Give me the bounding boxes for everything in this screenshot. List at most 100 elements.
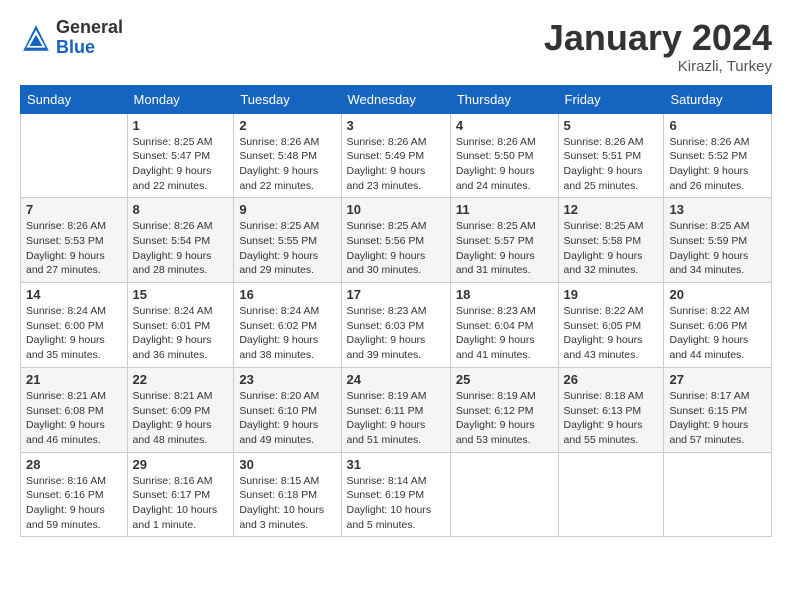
day-cell: 8 Sunrise: 8:26 AM Sunset: 5:54 PM Daylig…	[127, 198, 234, 283]
day-cell: 21 Sunrise: 8:21 AM Sunset: 6:08 PM Dayli…	[21, 367, 128, 452]
day-info: Sunrise: 8:21 AM Sunset: 6:09 PM Dayligh…	[133, 389, 229, 448]
day-number: 9	[239, 202, 335, 217]
day-number: 24	[347, 372, 445, 387]
day-number: 13	[669, 202, 766, 217]
day-cell: 7Sunrise: 8:26 AM Sunset: 5:53 PM Daylig…	[21, 198, 128, 283]
day-cell: 24 Sunrise: 8:19 AM Sunset: 6:11 PM Dayli…	[341, 367, 450, 452]
week-row-1: 1 Sunrise: 8:25 AM Sunset: 5:47 PM Daylig…	[21, 113, 772, 198]
day-cell: 5 Sunrise: 8:26 AM Sunset: 5:51 PM Daylig…	[558, 113, 664, 198]
week-row-3: 14Sunrise: 8:24 AM Sunset: 6:00 PM Dayli…	[21, 283, 772, 368]
day-number: 4	[456, 118, 553, 133]
day-number: 8	[133, 202, 229, 217]
day-cell	[21, 113, 128, 198]
header: General Blue January 2024 Kirazli, Turke…	[20, 18, 772, 75]
day-cell: 28 Sunrise: 8:16 AM Sunset: 6:16 PM Dayli…	[21, 452, 128, 537]
day-number: 19	[564, 287, 659, 302]
day-number: 23	[239, 372, 335, 387]
day-info: Sunrise: 8:21 AM Sunset: 6:08 PM Dayligh…	[26, 389, 122, 448]
day-info: Sunrise: 8:24 AM Sunset: 6:01 PM Dayligh…	[133, 304, 229, 363]
page: General Blue January 2024 Kirazli, Turke…	[0, 0, 792, 612]
day-info: Sunrise: 8:17 AM Sunset: 6:15 PM Dayligh…	[669, 389, 766, 448]
day-cell: 6 Sunrise: 8:26 AM Sunset: 5:52 PM Daylig…	[664, 113, 772, 198]
day-info: Sunrise: 8:19 AM Sunset: 6:11 PM Dayligh…	[347, 389, 445, 448]
header-row: SundayMondayTuesdayWednesdayThursdayFrid…	[21, 85, 772, 113]
day-info: Sunrise: 8:19 AM Sunset: 6:12 PM Dayligh…	[456, 389, 553, 448]
day-cell: 14Sunrise: 8:24 AM Sunset: 6:00 PM Dayli…	[21, 283, 128, 368]
day-number: 3	[347, 118, 445, 133]
day-cell: 15 Sunrise: 8:24 AM Sunset: 6:01 PM Dayli…	[127, 283, 234, 368]
day-number: 11	[456, 202, 553, 217]
day-info: Sunrise: 8:25 AM Sunset: 5:59 PM Dayligh…	[669, 219, 766, 278]
day-cell: 23Sunrise: 8:20 AM Sunset: 6:10 PM Dayli…	[234, 367, 341, 452]
day-cell: 18 Sunrise: 8:23 AM Sunset: 6:04 PM Dayli…	[450, 283, 558, 368]
logo-text: General Blue	[56, 18, 123, 58]
day-info: Sunrise: 8:26 AM Sunset: 5:51 PM Dayligh…	[564, 135, 659, 194]
day-number: 30	[239, 457, 335, 472]
day-cell: 22Sunrise: 8:21 AM Sunset: 6:09 PM Dayli…	[127, 367, 234, 452]
day-cell	[558, 452, 664, 537]
header-friday: Friday	[558, 85, 664, 113]
day-info: Sunrise: 8:26 AM Sunset: 5:48 PM Dayligh…	[239, 135, 335, 194]
day-info: Sunrise: 8:25 AM Sunset: 5:58 PM Dayligh…	[564, 219, 659, 278]
day-cell	[664, 452, 772, 537]
day-number: 27	[669, 372, 766, 387]
header-tuesday: Tuesday	[234, 85, 341, 113]
day-info: Sunrise: 8:24 AM Sunset: 6:00 PM Dayligh…	[26, 304, 122, 363]
day-info: Sunrise: 8:25 AM Sunset: 5:56 PM Dayligh…	[347, 219, 445, 278]
day-info: Sunrise: 8:26 AM Sunset: 5:50 PM Dayligh…	[456, 135, 553, 194]
day-number: 5	[564, 118, 659, 133]
day-cell: 13 Sunrise: 8:25 AM Sunset: 5:59 PM Dayli…	[664, 198, 772, 283]
week-row-5: 28 Sunrise: 8:16 AM Sunset: 6:16 PM Dayli…	[21, 452, 772, 537]
day-info: Sunrise: 8:18 AM Sunset: 6:13 PM Dayligh…	[564, 389, 659, 448]
day-info: Sunrise: 8:26 AM Sunset: 5:49 PM Dayligh…	[347, 135, 445, 194]
header-wednesday: Wednesday	[341, 85, 450, 113]
logo-general: General	[56, 18, 123, 38]
day-cell: 4 Sunrise: 8:26 AM Sunset: 5:50 PM Daylig…	[450, 113, 558, 198]
week-row-2: 7Sunrise: 8:26 AM Sunset: 5:53 PM Daylig…	[21, 198, 772, 283]
day-number: 15	[133, 287, 229, 302]
logo-blue: Blue	[56, 38, 123, 58]
day-number: 17	[347, 287, 445, 302]
day-info: Sunrise: 8:14 AM Sunset: 6:19 PM Dayligh…	[347, 474, 445, 533]
day-cell: 16Sunrise: 8:24 AM Sunset: 6:02 PM Dayli…	[234, 283, 341, 368]
day-info: Sunrise: 8:26 AM Sunset: 5:52 PM Dayligh…	[669, 135, 766, 194]
day-info: Sunrise: 8:25 AM Sunset: 5:47 PM Dayligh…	[133, 135, 229, 194]
day-number: 6	[669, 118, 766, 133]
day-info: Sunrise: 8:26 AM Sunset: 5:54 PM Dayligh…	[133, 219, 229, 278]
day-cell: 17 Sunrise: 8:23 AM Sunset: 6:03 PM Dayli…	[341, 283, 450, 368]
day-number: 2	[239, 118, 335, 133]
day-info: Sunrise: 8:16 AM Sunset: 6:17 PM Dayligh…	[133, 474, 229, 533]
day-cell: 20Sunrise: 8:22 AM Sunset: 6:06 PM Dayli…	[664, 283, 772, 368]
header-sunday: Sunday	[21, 85, 128, 113]
day-info: Sunrise: 8:15 AM Sunset: 6:18 PM Dayligh…	[239, 474, 335, 533]
day-number: 31	[347, 457, 445, 472]
week-row-4: 21 Sunrise: 8:21 AM Sunset: 6:08 PM Dayli…	[21, 367, 772, 452]
day-number: 25	[456, 372, 553, 387]
calendar-table: SundayMondayTuesdayWednesdayThursdayFrid…	[20, 85, 772, 538]
day-cell: 26 Sunrise: 8:18 AM Sunset: 6:13 PM Dayli…	[558, 367, 664, 452]
day-cell: 25 Sunrise: 8:19 AM Sunset: 6:12 PM Dayli…	[450, 367, 558, 452]
day-info: Sunrise: 8:23 AM Sunset: 6:04 PM Dayligh…	[456, 304, 553, 363]
day-info: Sunrise: 8:23 AM Sunset: 6:03 PM Dayligh…	[347, 304, 445, 363]
header-thursday: Thursday	[450, 85, 558, 113]
day-info: Sunrise: 8:24 AM Sunset: 6:02 PM Dayligh…	[239, 304, 335, 363]
day-cell: 19 Sunrise: 8:22 AM Sunset: 6:05 PM Dayli…	[558, 283, 664, 368]
day-info: Sunrise: 8:16 AM Sunset: 6:16 PM Dayligh…	[26, 474, 122, 533]
day-number: 18	[456, 287, 553, 302]
day-number: 20	[669, 287, 766, 302]
day-info: Sunrise: 8:22 AM Sunset: 6:05 PM Dayligh…	[564, 304, 659, 363]
day-number: 21	[26, 372, 122, 387]
title-block: January 2024 Kirazli, Turkey	[544, 18, 772, 75]
header-monday: Monday	[127, 85, 234, 113]
day-number: 1	[133, 118, 229, 133]
day-cell	[450, 452, 558, 537]
day-cell: 1 Sunrise: 8:25 AM Sunset: 5:47 PM Daylig…	[127, 113, 234, 198]
day-info: Sunrise: 8:25 AM Sunset: 5:57 PM Dayligh…	[456, 219, 553, 278]
day-info: Sunrise: 8:25 AM Sunset: 5:55 PM Dayligh…	[239, 219, 335, 278]
day-number: 28	[26, 457, 122, 472]
day-cell: 31 Sunrise: 8:14 AM Sunset: 6:19 PM Dayli…	[341, 452, 450, 537]
day-number: 26	[564, 372, 659, 387]
location: Kirazli, Turkey	[544, 58, 772, 75]
day-cell: 30 Sunrise: 8:15 AM Sunset: 6:18 PM Dayli…	[234, 452, 341, 537]
day-cell: 9 Sunrise: 8:25 AM Sunset: 5:55 PM Daylig…	[234, 198, 341, 283]
